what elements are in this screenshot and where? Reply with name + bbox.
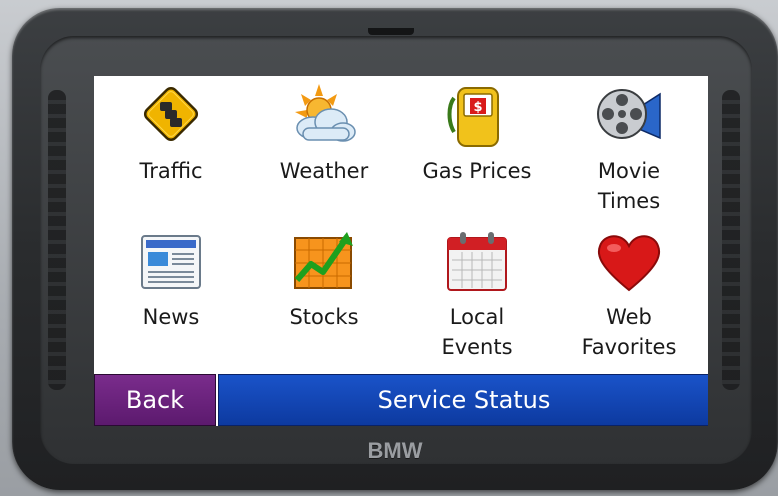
menu-item-label: Traffic <box>139 159 203 183</box>
stocks-chart-icon <box>289 228 359 296</box>
menu-item-label: Stocks <box>289 305 359 329</box>
heart-icon <box>594 228 664 296</box>
newspaper-icon <box>136 228 206 296</box>
menu-item-label: Movie Times <box>597 159 661 213</box>
menu-item-label: Gas Prices <box>422 159 532 183</box>
right-speaker-grill <box>722 90 740 390</box>
menu-item-web-favorites[interactable]: Web Favorites <box>554 228 704 368</box>
menu-item-local-events[interactable]: Local Events <box>402 228 552 368</box>
svg-text:$: $ <box>473 100 482 115</box>
top-notch <box>368 28 414 35</box>
brand-logo: BMW <box>367 438 423 463</box>
weather-icon <box>289 82 359 150</box>
film-reel-icon <box>594 82 664 150</box>
menu-item-stocks[interactable]: Stocks <box>249 228 399 368</box>
menu-grid: Traffic Weather $ Gas Prices Movie Times… <box>94 76 708 372</box>
menu-item-label: News <box>142 305 200 329</box>
screen: Traffic Weather $ Gas Prices Movie Times… <box>94 76 708 426</box>
back-button[interactable]: Back <box>94 374 216 426</box>
traffic-sign-icon <box>136 82 206 150</box>
menu-item-movie-times[interactable]: Movie Times <box>554 82 704 222</box>
menu-item-gas-prices[interactable]: $ Gas Prices <box>402 82 552 222</box>
gas-pump-icon: $ <box>442 82 512 150</box>
left-speaker-grill <box>48 90 66 390</box>
menu-item-news[interactable]: News <box>96 228 246 368</box>
menu-item-label: Web Favorites <box>581 305 677 359</box>
menu-item-label: Local Events <box>441 305 513 359</box>
menu-item-weather[interactable]: Weather <box>249 82 399 222</box>
menu-item-traffic[interactable]: Traffic <box>96 82 246 222</box>
service-status-button[interactable]: Service Status <box>218 374 708 426</box>
calendar-icon <box>442 228 512 296</box>
footer-bar: Back Service Status <box>94 374 708 426</box>
menu-item-label: Weather <box>279 159 369 183</box>
